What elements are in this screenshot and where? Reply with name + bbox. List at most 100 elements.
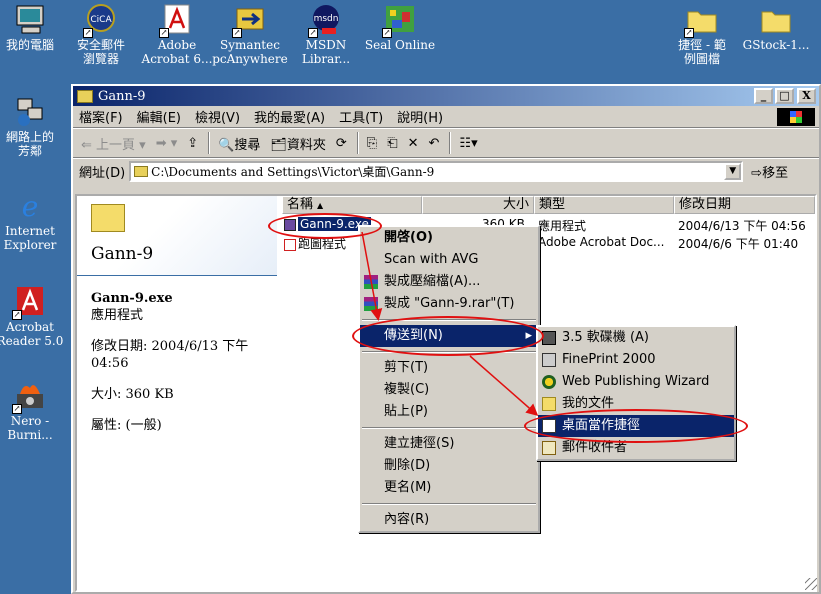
desktop-icon-gstock[interactable]: GStock-1... <box>738 4 814 52</box>
context-menu: 開啓(O) Scan with AVG 製成壓縮檔(A)... 製成 "Gann… <box>358 225 540 533</box>
close-button[interactable]: X <box>797 88 816 104</box>
minimize-button[interactable]: _ <box>754 88 773 104</box>
address-input[interactable]: C:\Documents and Settings\Victor\桌面\Gann… <box>129 161 744 182</box>
address-dropdown-button[interactable]: ▼ <box>724 163 742 180</box>
delete-button[interactable]: ✕ <box>408 136 419 151</box>
computer-icon <box>14 4 46 36</box>
back-button[interactable]: ⇐ 上一頁 ▾ <box>81 134 146 153</box>
column-header-label: 類型 <box>539 197 566 212</box>
search-label: 搜尋 <box>234 137 261 153</box>
maximize-button[interactable]: □ <box>775 88 794 104</box>
desktop-icon-label: 我的電腦 <box>5 38 54 52</box>
go-arrow-icon: ⇨ <box>751 166 763 181</box>
file-modified: 2004/6/6 下午 01:40 <box>678 237 799 251</box>
menu-item-copy[interactable]: 複製(C) <box>360 379 538 401</box>
desktop-icon-label: GStock-1... <box>742 38 810 52</box>
sendto-fineprint[interactable]: FinePrint 2000 <box>538 349 734 371</box>
menu-item-scan-avg[interactable]: Scan with AVG <box>360 249 538 271</box>
column-header-label: 修改日期 <box>679 197 732 212</box>
column-header-modified[interactable]: 修改日期 <box>674 196 815 214</box>
desktop-icon-sample-shortcut[interactable]: ↗ 捷徑 - 範 例圖檔 <box>664 4 740 66</box>
my-documents-icon <box>542 397 556 411</box>
column-header-name[interactable]: 名稱 ▲ <box>282 196 422 214</box>
desktop-icon-label: 芳鄰 <box>17 144 42 158</box>
copy-to-button[interactable]: ⎗ <box>387 136 397 151</box>
desktop-icon-my-computer[interactable]: 我的電腦 <box>0 4 68 52</box>
svg-text:e: e <box>22 190 39 222</box>
menu-item-label: 剪下(T) <box>384 360 429 375</box>
desktop-icon-nero[interactable]: ↗ Nero - Burni... <box>0 380 68 442</box>
desktop-icon-label: 捷徑 - 範 <box>678 38 726 52</box>
up-folder-button[interactable]: ⇪ <box>187 136 198 151</box>
desktop-icon-label: MSDN <box>305 38 347 52</box>
annotation-circle-send-to <box>352 316 544 356</box>
views-button[interactable]: ☷▾ <box>459 136 477 151</box>
desktop-icon-label: Adobe <box>157 38 197 52</box>
column-header-label: 大小 <box>502 197 529 212</box>
sendto-floppy[interactable]: 3.5 軟碟機 (A) <box>538 327 734 349</box>
msdn-icon: msdn ↗ <box>308 4 342 38</box>
mail-icon <box>542 441 556 455</box>
internet-explorer-icon: e <box>14 190 46 223</box>
menu-item-rename[interactable]: 更名(M) <box>360 477 538 499</box>
menu-item-delete[interactable]: 刪除(D) <box>360 455 538 477</box>
annotation-circle-desktop-shortcut <box>524 409 748 443</box>
toolbar-separator <box>356 132 359 154</box>
undo-button[interactable]: ↶ <box>429 136 440 151</box>
go-button[interactable]: ⇨移至 <box>751 162 788 181</box>
desktop-icon-label: Librar... <box>301 52 351 66</box>
search-button[interactable]: 🔍搜尋 <box>218 134 260 153</box>
file-type: Adobe Acrobat Doc... <box>538 235 665 249</box>
title-bar[interactable]: Gann-9 _ □ X <box>73 86 819 106</box>
menu-file[interactable]: 檔案(F) <box>79 107 123 126</box>
column-header-size[interactable]: 大小 <box>422 196 534 214</box>
menu-item-add-rar[interactable]: 製成 "Gann-9.rar"(T) <box>360 293 538 315</box>
menu-view[interactable]: 檢視(V) <box>195 107 240 126</box>
forward-button[interactable]: ➡ ▾ <box>156 136 178 151</box>
menu-item-label: 貼上(P) <box>384 404 428 419</box>
desktop-icon-network[interactable]: 網路上的 芳鄰 <box>0 96 68 158</box>
seal-online-icon: ↗ <box>382 4 416 38</box>
folders-label: 資料夾 <box>286 137 326 153</box>
menu-item-label: 製成 "Gann-9.rar"(T) <box>384 296 515 311</box>
pdf-icon <box>284 238 296 251</box>
folder-icon <box>91 204 125 232</box>
file-name: 跑圖程式 <box>298 237 347 251</box>
folders-icon: 🗂 <box>270 137 287 153</box>
toolbar: ⇐ 上一頁 ▾ ➡ ▾ ⇪ 🔍搜尋 🗂資料夾 ⟳ ⎘ ⎗ ✕ ↶ ☷▾ <box>73 128 819 158</box>
menu-item-add-archive[interactable]: 製成壓縮檔(A)... <box>360 271 538 293</box>
menu-separator <box>362 503 536 505</box>
sort-arrow-icon: ▲ <box>317 201 324 210</box>
menu-edit[interactable]: 編輯(E) <box>137 107 181 126</box>
history-button[interactable]: ⟳ <box>336 136 347 151</box>
menu-item-cut[interactable]: 剪下(T) <box>360 357 538 379</box>
desktop-icon-secure-mail[interactable]: CiCA ↗ 安全郵件 瀏覽器 <box>63 4 139 66</box>
move-to-button[interactable]: ⎘ <box>367 136 377 151</box>
desktop-icon-acrobat-reader[interactable]: ↗ Acrobat Reader 5.0 <box>0 286 68 348</box>
menu-item-properties[interactable]: 內容(R) <box>360 509 538 531</box>
menu-item-label: 製成壓縮檔(A)... <box>384 274 481 289</box>
address-label: 網址(D) <box>79 166 126 181</box>
desktop-icon-internet-explorer[interactable]: e Internet Explorer <box>0 190 68 252</box>
menu-favorites[interactable]: 我的最愛(A) <box>254 107 325 126</box>
desktop-icon-msdn[interactable]: msdn ↗ MSDN Librar... <box>288 4 364 66</box>
menu-item-paste[interactable]: 貼上(P) <box>360 401 538 423</box>
window-title: Gann-9 <box>98 88 146 104</box>
menu-item-open[interactable]: 開啓(O) <box>360 227 538 249</box>
menu-item-create-shortcut[interactable]: 建立捷徑(S) <box>360 433 538 455</box>
desktop-icon-adobe-acrobat[interactable]: ↗ Adobe Acrobat 6... <box>139 4 215 66</box>
column-header-type[interactable]: 類型 <box>534 196 674 214</box>
desktop-icon-label: Explorer <box>3 238 57 252</box>
desktop-icon-label: Acrobat <box>5 320 54 334</box>
desktop-icon-label: 安全郵件 <box>76 38 125 52</box>
sendto-web-publishing[interactable]: Web Publishing Wizard <box>538 371 734 393</box>
desktop-icon-pcanywhere[interactable]: ↗ Symantec pcAnywhere <box>212 4 288 66</box>
menu-item-label: 刪除(D) <box>384 458 431 473</box>
selected-file-name: Gann-9.exe <box>91 291 173 306</box>
menu-help[interactable]: 說明(H) <box>397 107 443 126</box>
desktop-icon-seal-online[interactable]: ↗ Seal Online <box>362 4 438 52</box>
resize-grip[interactable] <box>805 578 817 590</box>
folders-button[interactable]: 🗂資料夾 <box>270 134 326 153</box>
file-type: 應用程式 <box>538 219 587 233</box>
menu-tools[interactable]: 工具(T) <box>339 107 383 126</box>
